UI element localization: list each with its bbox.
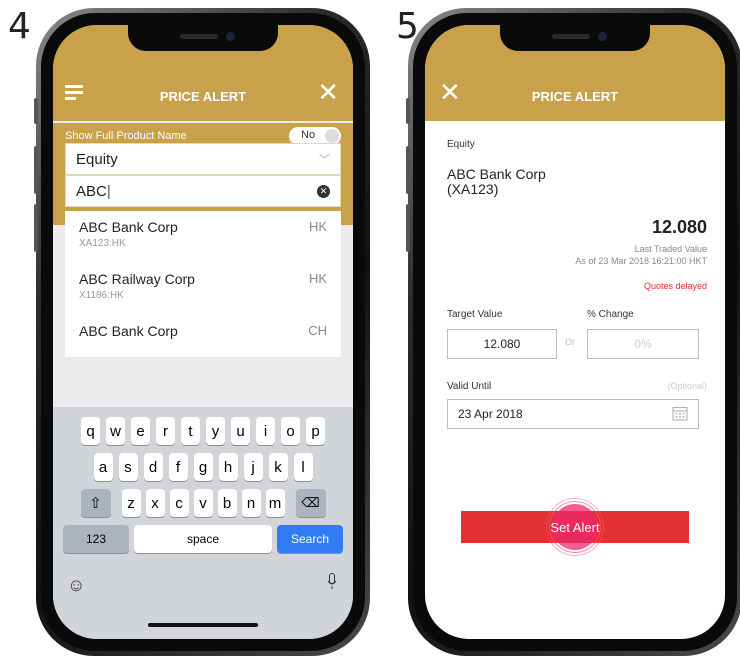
percent-change-label: % Change bbox=[587, 309, 634, 320]
key[interactable]: i bbox=[256, 417, 275, 445]
key[interactable]: s bbox=[118, 453, 138, 481]
home-indicator bbox=[148, 623, 258, 627]
key[interactable]: m bbox=[265, 489, 285, 517]
clear-icon[interactable]: ✕ bbox=[317, 184, 330, 198]
category-value: Equity bbox=[76, 150, 118, 168]
step-number-4: 4 bbox=[8, 6, 31, 47]
page-title: PRICE ALERT bbox=[159, 89, 247, 104]
price-label: Last Traded Value bbox=[634, 244, 707, 254]
keyboard-row-4: 123 space Search bbox=[53, 525, 353, 553]
result-code: X1186:HK bbox=[79, 290, 124, 301]
key[interactable]: e bbox=[131, 417, 150, 445]
category-label: Equity bbox=[447, 139, 475, 150]
space-key[interactable]: space bbox=[134, 525, 272, 553]
product-info: ABC Bank Corp (XA123) bbox=[447, 167, 546, 197]
key[interactable]: l bbox=[293, 453, 313, 481]
result-list: ABC Bank Corp XA123:HK HK ABC Railway Co… bbox=[65, 211, 341, 357]
calendar-icon[interactable] bbox=[672, 405, 688, 424]
percent-change-input[interactable]: 0% bbox=[587, 329, 699, 359]
target-value-label: Target Value bbox=[447, 309, 503, 320]
key[interactable]: y bbox=[206, 417, 225, 445]
valid-until-input[interactable]: 23 Apr 2018 bbox=[447, 399, 699, 429]
key[interactable]: g bbox=[193, 453, 213, 481]
key[interactable]: u bbox=[231, 417, 250, 445]
screen-alert: ✕ PRICE ALERT Equity ABC Bank Corp (XA12… bbox=[425, 25, 725, 639]
valid-until-label: Valid Until bbox=[447, 381, 492, 392]
set-alert-button[interactable]: Set Alert bbox=[461, 498, 689, 556]
result-item[interactable]: ABC Bank Corp CH bbox=[65, 315, 341, 357]
page-title: PRICE ALERT bbox=[531, 89, 619, 104]
result-item[interactable]: ABC Bank Corp XA123:HK HK bbox=[65, 211, 341, 263]
search-value: ABC bbox=[76, 182, 107, 200]
result-name: ABC Bank Corp bbox=[79, 323, 178, 339]
result-name: ABC Railway Corp bbox=[79, 271, 195, 287]
key[interactable]: d bbox=[143, 453, 163, 481]
result-code: XA123:HK bbox=[79, 238, 126, 249]
search-input[interactable]: ABC| ✕ bbox=[65, 175, 341, 207]
valid-until-value: 23 Apr 2018 bbox=[458, 407, 523, 421]
result-item[interactable]: ABC Railway Corp X1186:HK HK bbox=[65, 263, 341, 315]
phone-frame-alert: ✕ PRICE ALERT Equity ABC Bank Corp (XA12… bbox=[406, 8, 740, 656]
key[interactable]: v bbox=[193, 489, 213, 517]
chevron-down-icon: ﹀ bbox=[319, 154, 330, 166]
shift-key-icon[interactable]: ⇧ bbox=[80, 489, 111, 517]
result-market: HK bbox=[308, 271, 327, 286]
microphone-icon[interactable] bbox=[327, 573, 337, 591]
product-name: ABC Bank Corp bbox=[447, 166, 546, 182]
price-timestamp: As of 23 Mar 2018 16:21:00 HKT bbox=[575, 256, 707, 266]
key[interactable]: p bbox=[306, 417, 325, 445]
result-market: HK bbox=[308, 219, 327, 234]
phone-frame-search: PRICE ALERT ✕ Show Full Product Name No … bbox=[34, 8, 370, 656]
key[interactable]: j bbox=[243, 453, 263, 481]
key[interactable]: k bbox=[268, 453, 288, 481]
keyboard-row-1: q w e r t y u i o p bbox=[53, 417, 353, 445]
key[interactable]: a bbox=[93, 453, 113, 481]
key[interactable]: o bbox=[281, 417, 300, 445]
key[interactable]: r bbox=[156, 417, 175, 445]
toggle-label: Show Full Product Name bbox=[65, 130, 187, 142]
optional-text: (Optional) bbox=[667, 381, 707, 391]
keyboard-row-3: ⇧ z x c v b n m ⌫ bbox=[53, 489, 353, 517]
set-alert-label: Set Alert bbox=[550, 519, 600, 535]
key[interactable]: n bbox=[241, 489, 261, 517]
or-text: Or bbox=[565, 337, 575, 347]
key[interactable]: x bbox=[145, 489, 165, 517]
target-value-input[interactable]: 12.080 bbox=[447, 329, 557, 359]
close-icon[interactable]: ✕ bbox=[317, 79, 339, 105]
price-value: 12.080 bbox=[651, 217, 707, 237]
search-key[interactable]: Search bbox=[277, 525, 343, 553]
key[interactable]: q bbox=[81, 417, 100, 445]
result-market: CH bbox=[308, 323, 327, 338]
emoji-icon[interactable]: ☺ bbox=[67, 575, 85, 596]
key[interactable]: c bbox=[169, 489, 189, 517]
numbers-key[interactable]: 123 bbox=[63, 525, 129, 553]
category-select[interactable]: Equity ﹀ bbox=[65, 143, 341, 175]
product-code: (XA123) bbox=[447, 181, 499, 197]
key[interactable]: f bbox=[168, 453, 188, 481]
key[interactable]: w bbox=[106, 417, 125, 445]
result-name: ABC Bank Corp bbox=[79, 219, 178, 235]
screen-search: PRICE ALERT ✕ Show Full Product Name No … bbox=[53, 25, 353, 639]
key[interactable]: b bbox=[217, 489, 237, 517]
key[interactable]: h bbox=[218, 453, 238, 481]
key[interactable]: t bbox=[181, 417, 200, 445]
keyboard: q w e r t y u i o p a s d f g h j k l ⇧ … bbox=[53, 407, 353, 639]
keyboard-row-2: a s d f g h j k l bbox=[53, 453, 353, 481]
backspace-key-icon[interactable]: ⌫ bbox=[295, 489, 326, 517]
toggle-value: No bbox=[301, 129, 316, 141]
price-meta: Last Traded Value As of 23 Mar 2018 16:2… bbox=[575, 243, 707, 267]
key[interactable]: z bbox=[121, 489, 141, 517]
quotes-delayed: Quotes delayed bbox=[643, 281, 707, 291]
